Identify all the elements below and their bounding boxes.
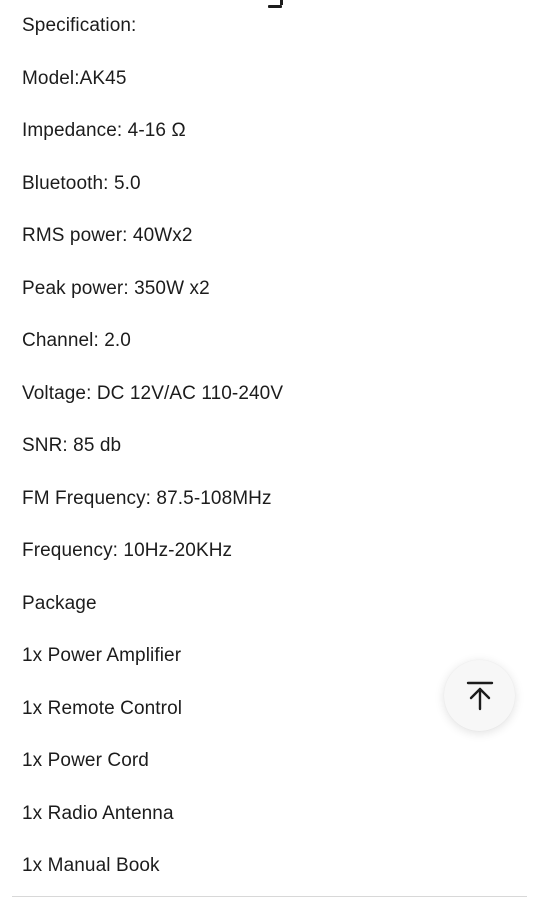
spec-model: Model:AK45 — [22, 68, 127, 89]
back-to-top-button[interactable] — [444, 660, 515, 731]
package-item-power-amplifier: 1x Power Amplifier — [22, 645, 182, 666]
spec-snr: SNR: 85 db — [22, 435, 122, 456]
spec-channel: Channel: 2.0 — [22, 330, 131, 351]
spec-voltage: Voltage: DC 12V/AC 110-240V — [22, 383, 284, 404]
arrow-up-to-line-icon — [466, 681, 493, 710]
bottom-divider — [12, 896, 527, 897]
package-item-radio-antenna: 1x Radio Antenna — [22, 803, 174, 824]
cropped-icon-tick — [280, 0, 283, 5]
spec-heading: Specification: — [22, 15, 137, 36]
package-item-remote-control: 1x Remote Control — [22, 698, 183, 719]
spec-rms-power: RMS power: 40Wx2 — [22, 225, 193, 246]
spec-bluetooth: Bluetooth: 5.0 — [22, 173, 141, 194]
spec-impedance: Impedance: 4-16 Ω — [22, 120, 186, 141]
spec-fm-frequency: FM Frequency: 87.5-108MHz — [22, 488, 272, 509]
spec-peak-power: Peak power: 350W x2 — [22, 278, 210, 299]
package-item-power-cord: 1x Power Cord — [22, 750, 149, 771]
cropped-icon-bar — [268, 5, 282, 8]
package-item-manual-book: 1x Manual Book — [22, 855, 160, 876]
package-heading: Package — [22, 593, 97, 614]
spec-frequency: Frequency: 10Hz-20KHz — [22, 540, 233, 561]
cropped-icon-fragment — [268, 0, 284, 9]
